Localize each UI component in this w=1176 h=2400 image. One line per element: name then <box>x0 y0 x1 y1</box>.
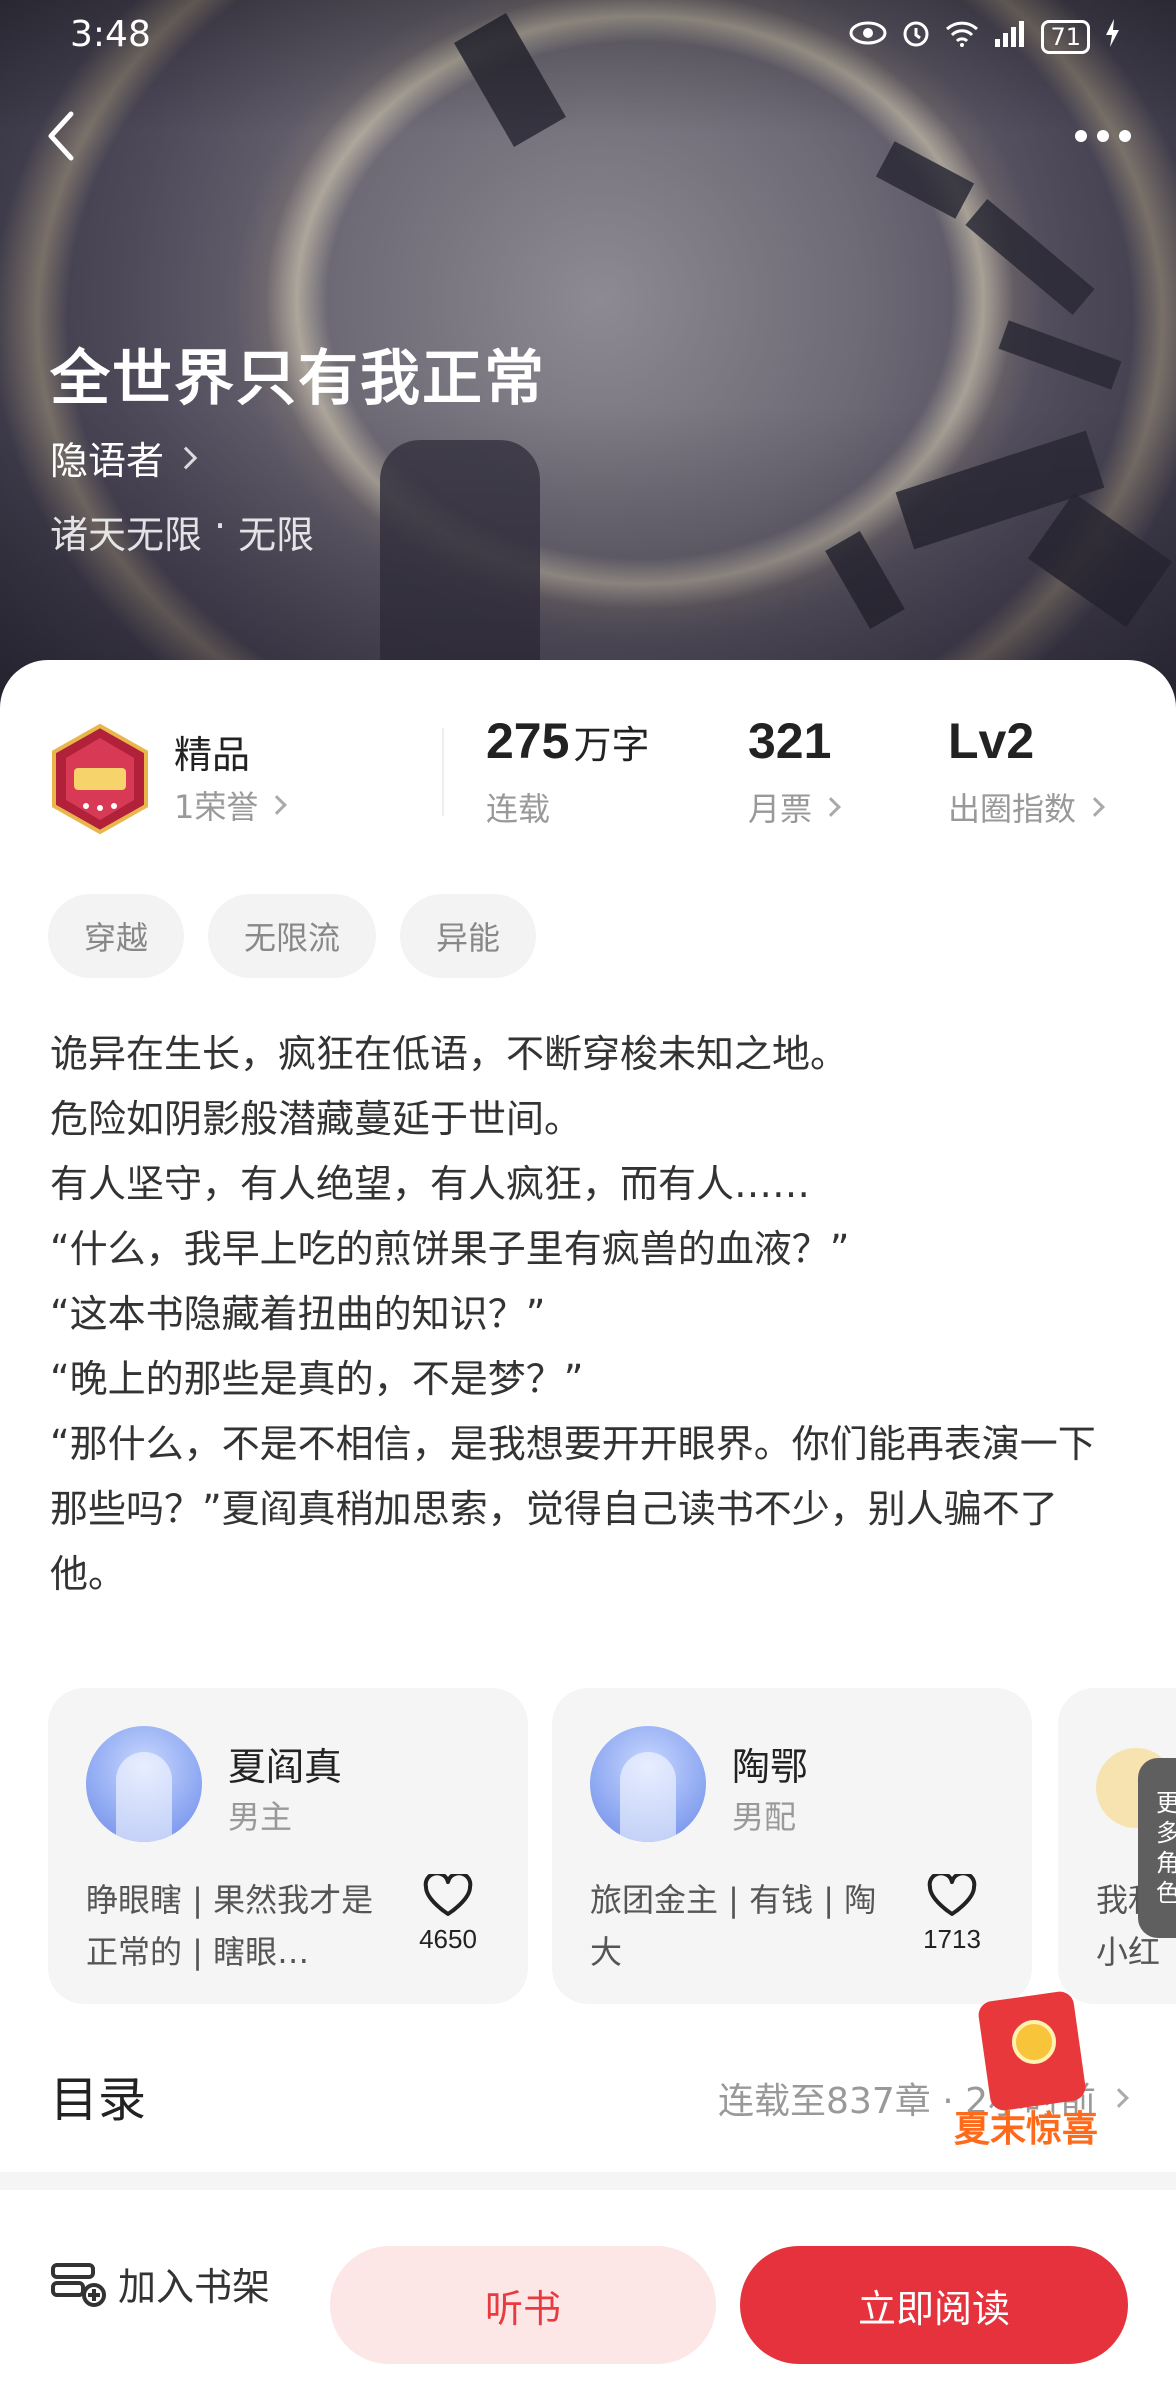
section-divider <box>0 2172 1176 2190</box>
author-name: 隐语者 <box>50 439 165 483</box>
synopsis-line: 有人坚守，有人绝望，有人疯狂，而有人…… <box>50 1162 811 1206</box>
bookshelf-add-icon <box>51 2262 106 2307</box>
monthly-votes-stat[interactable]: 321 月票 <box>748 712 841 830</box>
character-card-partial[interactable]: 我和- 小红 更 多 角 色 <box>1058 1688 1176 2004</box>
subgenre[interactable]: 无限 <box>238 504 314 559</box>
word-count-label: 连载 <box>486 790 551 828</box>
character-avatar <box>86 1726 202 1842</box>
wifi-icon <box>945 19 979 54</box>
more-roles-char: 角 <box>1156 1849 1176 1877</box>
character-role: 男主 <box>228 1798 293 1836</box>
charging-icon <box>1104 19 1120 54</box>
character-desc: 旅团金主 | 有钱 | 陶大 <box>590 1881 877 1971</box>
signal-icon <box>993 19 1027 54</box>
more-options-button[interactable] <box>1058 104 1148 168</box>
synopsis-line: “这本书隐藏着扭曲的知识？” <box>50 1292 546 1336</box>
more-dot-icon <box>1097 130 1109 142</box>
character-card[interactable]: 夏阎真 男主 睁眼瞎 | 果然我才是正常的 | 瞎眼… 4650 <box>48 1688 528 2004</box>
character-avatar <box>590 1726 706 1842</box>
tag-chip[interactable]: 无限流 <box>208 894 377 978</box>
badge-label: 精品 <box>174 733 251 777</box>
tag-list: 穿越 无限流 异能 <box>48 894 537 978</box>
synopsis-line: “那什么，不是不相信，是我想要开开眼界。你们能再表演一下那些吗？”夏阎真稍加思索… <box>50 1422 1096 1596</box>
tag-chip[interactable]: 异能 <box>400 894 537 978</box>
word-count-unit: 万字 <box>573 723 650 767</box>
more-roles-char: 色 <box>1156 1879 1176 1907</box>
synopsis-line: 危险如阴影般潜藏蔓延于世间。 <box>50 1097 583 1141</box>
heart-icon <box>927 1871 977 1916</box>
character-role: 男配 <box>732 1798 797 1836</box>
character-desc: 睁眼瞎 | 果然我才是正常的 | 瞎眼… <box>86 1881 374 1971</box>
circle-index-label: 出圈指数 <box>948 790 1077 828</box>
more-dot-icon <box>1119 130 1131 142</box>
character-carousel[interactable]: 夏阎真 男主 睁眼瞎 | 果然我才是正常的 | 瞎眼… 4650 陶鄂 男配 旅… <box>48 1688 1176 2008</box>
monthly-votes-label: 月票 <box>748 790 813 828</box>
heart-icon <box>423 1871 473 1916</box>
status-icons: 71 <box>849 18 1120 55</box>
synopsis-line: “晚上的那些是真的，不是梦？” <box>50 1357 584 1401</box>
author-link[interactable]: 隐语者 <box>50 430 198 485</box>
back-button[interactable] <box>28 104 92 168</box>
book-title: 全世界只有我正常 <box>50 344 546 414</box>
honor-count: 1荣誉 <box>174 788 259 826</box>
more-roles-button[interactable]: 更 多 角 色 <box>1138 1758 1176 1938</box>
honor-link[interactable]: 1荣誉 <box>174 782 288 828</box>
add-to-shelf-label: 加入书架 <box>118 2265 271 2309</box>
status-time: 3:48 <box>70 14 151 55</box>
chevron-right-icon <box>821 797 841 817</box>
like-count: 4650 <box>419 1924 477 1954</box>
book-cover-banner: 3:48 71 全世界只有我正常 隐语者 诸天无限 · 无限 <box>0 0 1176 740</box>
like-button[interactable]: 4650 <box>408 1871 488 1955</box>
chevron-right-icon <box>267 795 288 815</box>
word-count-value: 275 <box>486 713 570 769</box>
alarm-icon <box>901 18 931 55</box>
synopsis-line: “什么，我早上吃的煎饼果子里有疯兽的血液？” <box>50 1227 850 1271</box>
circle-index-value: Lv2 <box>948 713 1035 769</box>
coin-icon <box>1012 2020 1056 2064</box>
character-name: 陶鄂 <box>732 1745 809 1789</box>
synopsis-line: 诡异在生长，疯狂在低语，不断穿梭未知之地。 <box>50 1032 849 1076</box>
like-button[interactable]: 1713 <box>912 1871 992 1955</box>
premium-badge-icon[interactable] <box>50 723 150 835</box>
genre[interactable]: 诸天无限 <box>50 504 202 559</box>
monthly-votes-value: 321 <box>748 713 832 769</box>
genre-separator: · <box>214 504 227 548</box>
toc-title: 目录 <box>50 2072 147 2128</box>
battery-indicator: 71 <box>1041 19 1090 54</box>
character-desc-line: 小红 <box>1096 1933 1161 1971</box>
book-detail-card: 精品 1荣誉 275 万字 连载 321 月票 Lv2 出圈指数 穿越 无限流 异… <box>0 660 1176 2180</box>
character-card[interactable]: 陶鄂 男配 旅团金主 | 有钱 | 陶大 1713 <box>552 1688 1032 2004</box>
circle-index-stat[interactable]: Lv2 出圈指数 <box>948 712 1105 830</box>
book-synopsis[interactable]: 诡异在生长，疯狂在低语，不断穿梭未知之地。 危险如阴影般潜藏蔓延于世间。 有人坚… <box>50 1022 1130 1607</box>
add-to-shelf-button[interactable]: 加入书架 <box>50 2256 270 2311</box>
character-name: 夏阎真 <box>228 1745 343 1789</box>
chevron-right-icon <box>174 446 198 469</box>
status-bar: 3:48 71 <box>0 0 1176 74</box>
promo-text: 夏末惊喜 <box>954 2109 1099 2150</box>
like-count: 1713 <box>923 1924 981 1954</box>
read-now-button[interactable]: 立即阅读 <box>740 2246 1128 2364</box>
stats-divider <box>442 728 444 816</box>
chevron-left-icon <box>48 111 74 161</box>
listen-button[interactable]: 听书 <box>330 2246 716 2364</box>
bottom-action-bar: 加入书架 听书 立即阅读 <box>0 2204 1176 2400</box>
tag-chip[interactable]: 穿越 <box>48 894 185 978</box>
genre-row: 诸天无限 · 无限 <box>50 504 314 559</box>
eye-icon <box>849 20 887 53</box>
chevron-right-icon <box>1085 797 1105 817</box>
stats-row: 精品 1荣誉 275 万字 连载 321 月票 Lv2 出圈指数 <box>50 712 1126 852</box>
word-count-stat: 275 万字 连载 <box>486 712 649 830</box>
more-dot-icon <box>1075 130 1087 142</box>
more-roles-char: 更 <box>1156 1789 1176 1817</box>
more-roles-char: 多 <box>1156 1819 1176 1847</box>
summer-promo-badge[interactable]: 夏末惊喜 <box>954 1989 1124 2156</box>
